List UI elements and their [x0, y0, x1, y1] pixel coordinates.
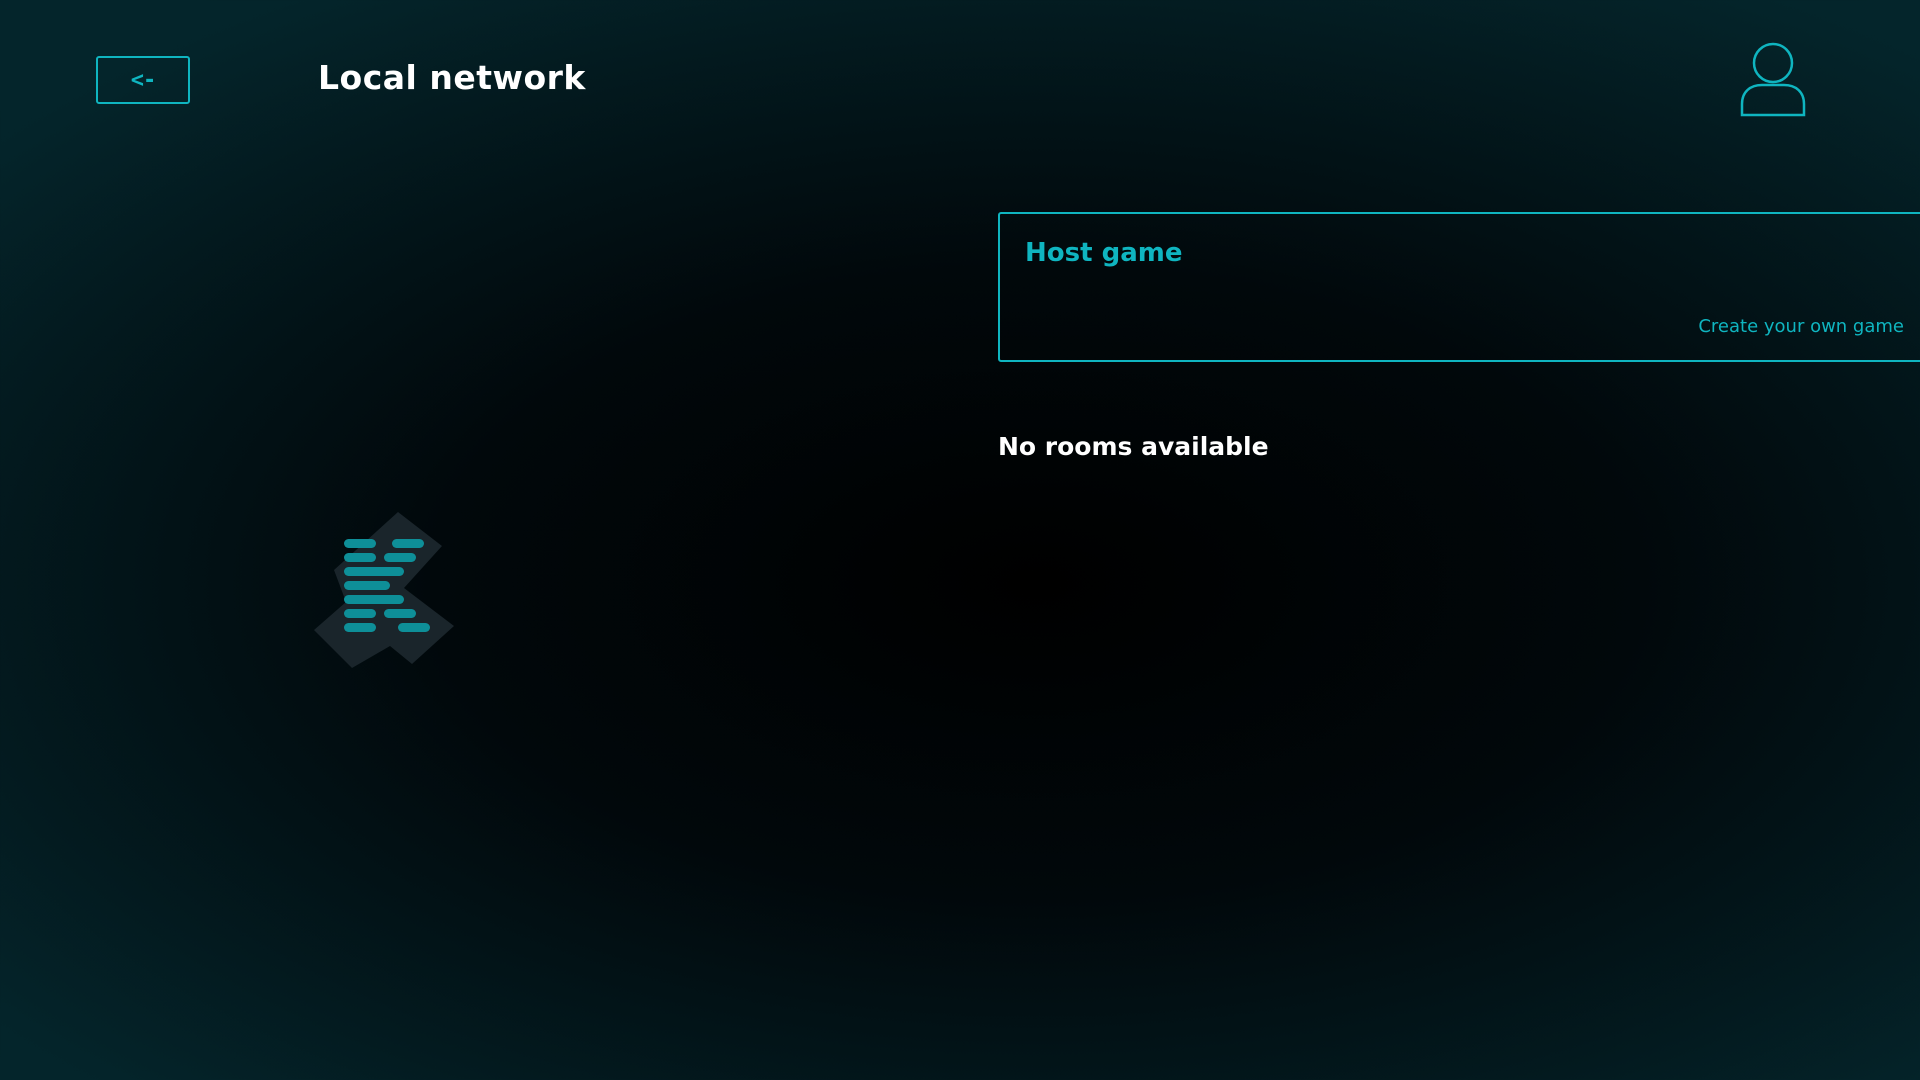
user-profile-icon[interactable]: [1740, 42, 1806, 118]
page-title: Local network: [318, 58, 586, 97]
host-game-title: Host game: [1025, 238, 1183, 268]
app-logo: [308, 508, 458, 668]
no-rooms-message: No rooms available: [998, 432, 1269, 461]
host-game-card[interactable]: Host game Create your own game: [998, 212, 1920, 362]
create-game-subtitle: Create your own game: [1698, 316, 1904, 337]
back-button[interactable]: <-: [96, 56, 190, 104]
back-arrow-label: <-: [130, 67, 156, 93]
